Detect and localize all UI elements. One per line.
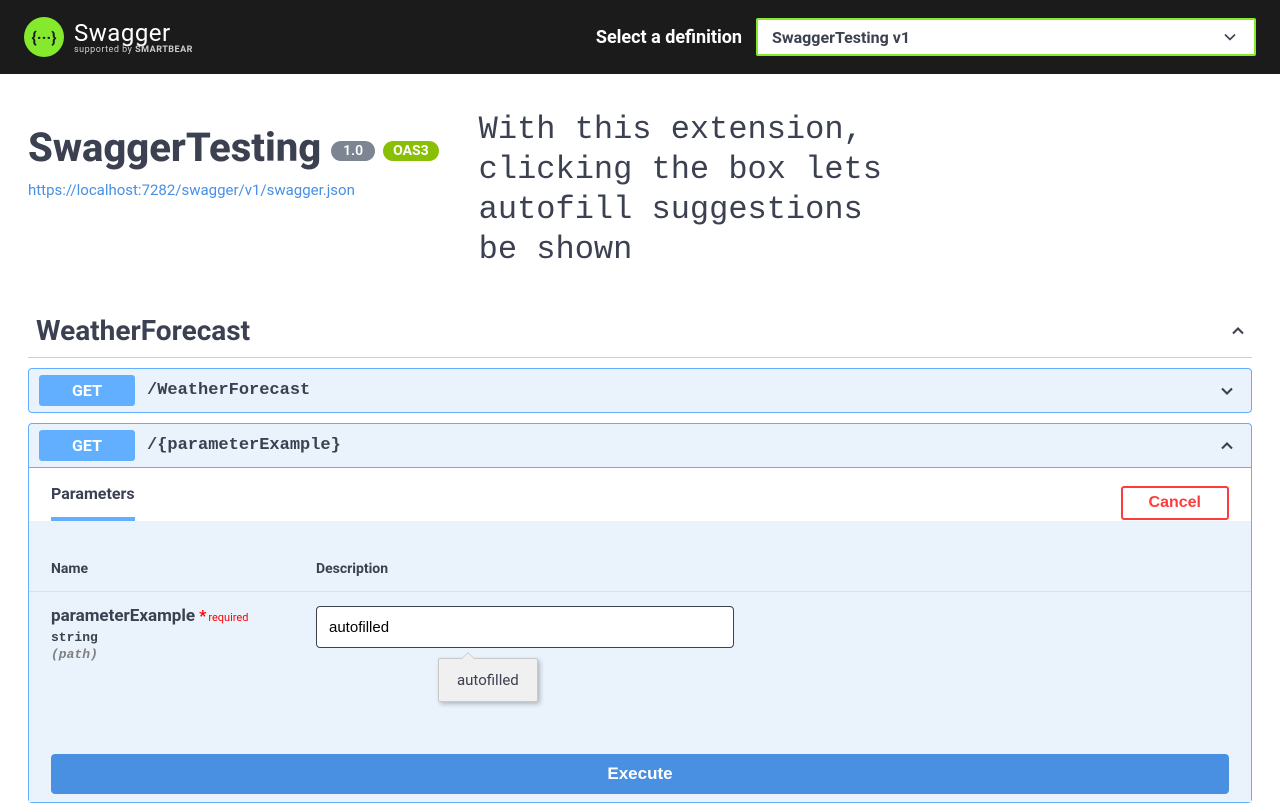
definition-select[interactable]: SwaggerTesting v1 [756, 18, 1256, 56]
spec-url-link[interactable]: https://localhost:7282/swagger/v1/swagge… [28, 181, 439, 199]
parameter-name: parameterExample [51, 606, 195, 626]
execute-button[interactable]: Execute [51, 754, 1229, 794]
definition-selected-value: SwaggerTesting v1 [772, 28, 910, 47]
logo: {···} Swagger supported by SMARTBEAR [24, 17, 193, 57]
required-label: required [208, 611, 248, 624]
parameter-location: (path) [51, 647, 316, 662]
operation-summary[interactable]: GET /WeatherForecast [29, 369, 1251, 412]
chevron-up-icon [1228, 321, 1248, 341]
operation-parameterexample: GET /{parameterExample} Parameters Cance… [28, 423, 1252, 803]
swagger-logo-icon: {···} [24, 17, 64, 57]
tag-header[interactable]: WeatherForecast [28, 306, 1252, 358]
oas-badge: OAS3 [383, 141, 439, 161]
column-header-description: Description [316, 561, 388, 577]
chevron-down-icon [1220, 27, 1240, 47]
definition-select-label: Select a definition [596, 27, 742, 48]
logo-subtext: supported by SMARTBEAR [74, 45, 193, 55]
chevron-down-icon [1217, 381, 1237, 401]
topbar: {···} Swagger supported by SMARTBEAR Sel… [0, 0, 1280, 74]
operation-weatherforecast: GET /WeatherForecast [28, 368, 1252, 413]
annotation-text: With this extension, clicking the box le… [479, 110, 882, 270]
tag-name: WeatherForecast [36, 314, 250, 347]
operation-path: /{parameterExample} [147, 436, 341, 455]
api-title: SwaggerTesting [28, 124, 321, 171]
chevron-up-icon [1217, 436, 1237, 456]
required-star-icon: * [199, 606, 206, 625]
operation-path: /WeatherForecast [147, 381, 310, 400]
method-badge-get: GET [39, 430, 135, 461]
operation-summary[interactable]: GET /{parameterExample} [29, 424, 1251, 467]
parameter-input[interactable] [316, 606, 734, 648]
parameters-tab[interactable]: Parameters [51, 484, 135, 521]
parameter-row: parameterExample*required string (path) … [29, 591, 1251, 682]
autofill-suggestion[interactable]: autofilled [438, 658, 538, 702]
method-badge-get: GET [39, 375, 135, 406]
parameter-type: string [51, 630, 316, 645]
column-header-name: Name [51, 561, 316, 577]
version-badge: 1.0 [331, 141, 375, 161]
logo-text: Swagger [74, 19, 193, 47]
cancel-button[interactable]: Cancel [1121, 486, 1229, 520]
